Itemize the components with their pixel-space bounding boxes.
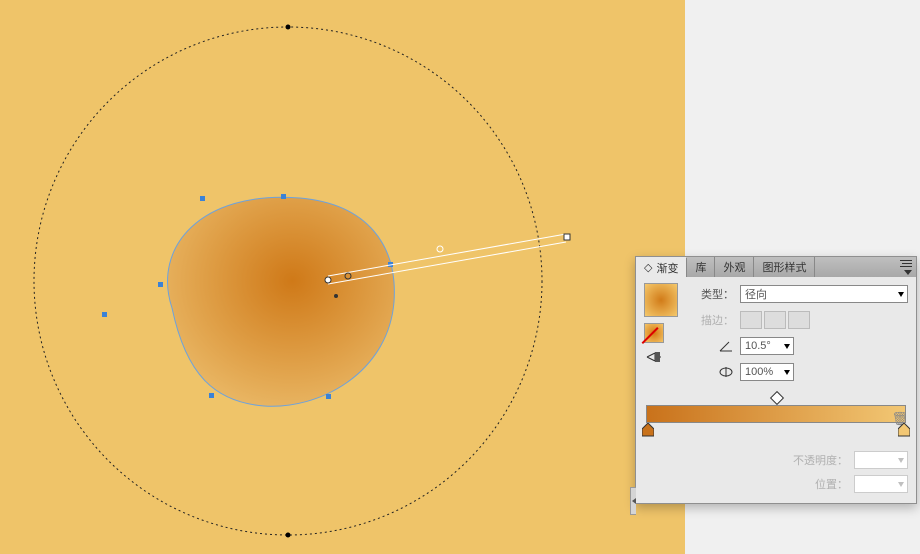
stroke-mode-1[interactable] bbox=[740, 311, 762, 329]
artwork-svg bbox=[0, 0, 685, 554]
stroke-label: 描边： bbox=[686, 312, 734, 328]
midpoint-diamond[interactable] bbox=[770, 391, 784, 405]
stroke-gradient-mode bbox=[740, 311, 810, 329]
aspect-input[interactable]: 100% bbox=[740, 363, 794, 381]
position-label: 位置： bbox=[778, 476, 848, 492]
tab-graphic-styles[interactable]: 图形样式 bbox=[754, 257, 815, 277]
stroke-mode-3[interactable] bbox=[788, 311, 810, 329]
opacity-input[interactable] bbox=[854, 451, 908, 469]
artboard[interactable] bbox=[0, 0, 685, 554]
gradient-slider[interactable]: 🗑 bbox=[646, 393, 906, 437]
gradient-stop-left[interactable] bbox=[642, 423, 654, 437]
position-input[interactable] bbox=[854, 475, 908, 493]
gradient-bar[interactable]: 🗑 bbox=[646, 405, 906, 423]
gradient-type-select[interactable]: 径向 bbox=[740, 285, 908, 303]
opacity-label: 不透明度： bbox=[778, 452, 848, 468]
gradient-stop-right[interactable] bbox=[898, 423, 910, 437]
reverse-gradient-button[interactable] bbox=[644, 349, 664, 365]
type-label: 类型： bbox=[686, 286, 734, 302]
tab-appearance[interactable]: 外观 bbox=[715, 257, 754, 277]
stroke-mode-2[interactable] bbox=[764, 311, 786, 329]
angle-icon bbox=[686, 339, 734, 353]
aspect-icon bbox=[686, 365, 734, 379]
gradient-panel: ◇渐变 库 外观 图形样式 类型： 径向 bbox=[635, 256, 917, 504]
active-fill-swatch[interactable] bbox=[644, 323, 664, 343]
tab-gradient[interactable]: ◇渐变 bbox=[636, 257, 687, 277]
gradient-preview-swatch[interactable] bbox=[644, 283, 678, 317]
angle-input[interactable]: 10.5° bbox=[740, 337, 794, 355]
panel-tabs: ◇渐变 库 外观 图形样式 bbox=[636, 257, 916, 277]
panel-menu-icon[interactable] bbox=[896, 260, 912, 275]
tab-library[interactable]: 库 bbox=[687, 257, 715, 277]
